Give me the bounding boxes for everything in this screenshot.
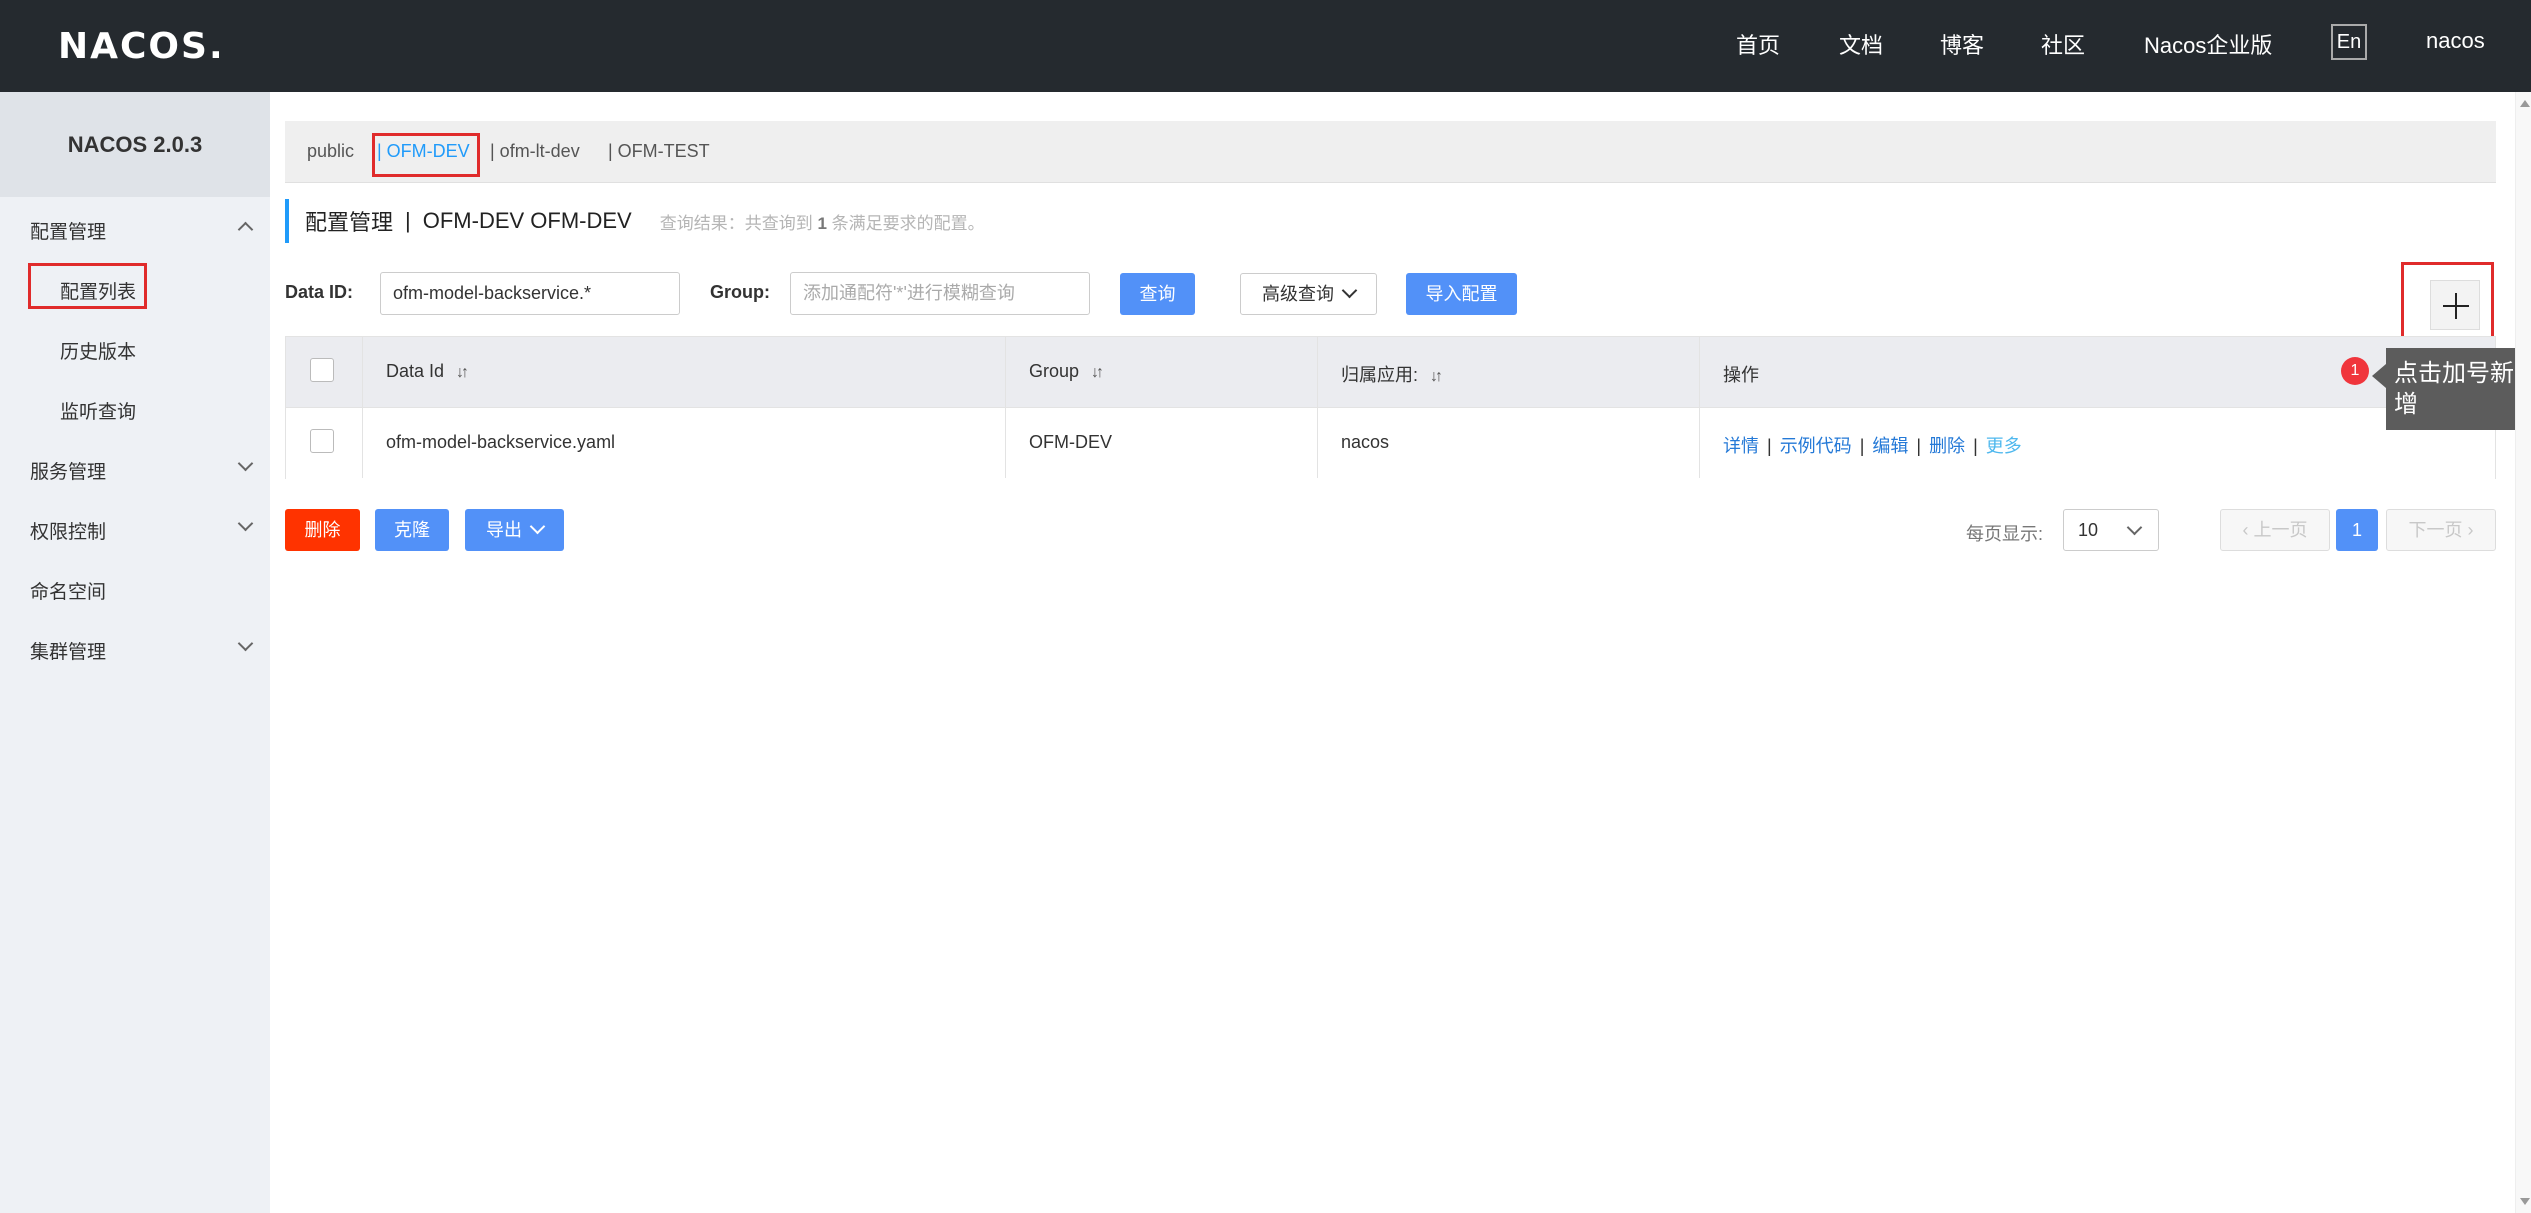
per-page-value: 10 <box>2078 520 2099 540</box>
query-result-count: 1 <box>817 213 827 233</box>
header-app-label: 归属应用: <box>1341 365 1419 385</box>
advanced-query-button[interactable]: 高级查询 <box>1240 273 1377 315</box>
action-delete-link[interactable]: 删除 <box>1929 436 1965 456</box>
column-divider <box>362 337 363 478</box>
page-title-row: 配置管理 | OFM-DEV OFM-DEV 查询结果：共查询到 1 条满足要求… <box>285 199 985 243</box>
chevron-down-icon <box>1341 282 1358 299</box>
header-data-id-label: Data Id <box>386 361 445 381</box>
separator: | <box>1973 436 1978 456</box>
search-button[interactable]: 查询 <box>1120 273 1195 315</box>
row-checkbox[interactable] <box>310 429 334 453</box>
scroll-up-icon[interactable] <box>2520 100 2530 107</box>
tooltip-callout: 点击加号新增 <box>2372 348 2530 430</box>
namespace-ofm-test[interactable]: | OFM-TEST <box>608 141 710 162</box>
column-divider <box>1699 337 1700 478</box>
action-sample-code-link[interactable]: 示例代码 <box>1780 436 1852 456</box>
select-all-checkbox[interactable] <box>310 358 334 382</box>
query-result-prefix: 查询结果：共查询到 <box>659 213 813 233</box>
nav-docs[interactable]: 文档 <box>1839 28 1883 60</box>
header-actions: 操作 <box>1723 365 1759 385</box>
dataid-input[interactable]: ofm-model-backservice.* <box>380 272 680 315</box>
chevron-down-icon[interactable] <box>237 515 254 532</box>
title-separator: | <box>405 208 411 233</box>
namespace-ofm-lt-dev[interactable]: | ofm-lt-dev <box>490 141 580 162</box>
header-group[interactable]: Group ↓↑ <box>1029 361 1104 382</box>
sidebar-item-namespace[interactable]: 命名空间 <box>30 577 106 604</box>
language-switch[interactable]: En <box>2331 24 2367 60</box>
chevron-down-icon[interactable] <box>237 635 254 652</box>
namespace-public[interactable]: public <box>307 141 354 162</box>
column-divider <box>1317 337 1318 478</box>
scroll-down-icon[interactable] <box>2520 1198 2530 1205</box>
query-result-text: 查询结果：共查询到 1 条满足要求的配置。 <box>660 209 985 234</box>
cell-app: nacos <box>1341 432 1390 452</box>
chevron-up-icon[interactable] <box>237 221 254 238</box>
next-page-label: 下一页 <box>2408 520 2463 540</box>
highlight-box-namespace <box>372 133 480 177</box>
sidebar: NACOS 2.0.3 配置管理 配置列表 历史版本 监听查询 服务管理 权限控… <box>0 92 270 1213</box>
sort-icon[interactable]: ↓↑ <box>1091 364 1104 382</box>
import-config-button[interactable]: 导入配置 <box>1406 273 1517 315</box>
query-result-suffix: 条满足要求的配置。 <box>831 213 985 233</box>
chevron-left-icon: ‹ <box>2242 520 2254 540</box>
chevron-down-icon[interactable] <box>237 455 254 472</box>
separator: | <box>1767 436 1772 456</box>
delete-button[interactable]: 删除 <box>285 509 360 551</box>
vertical-scrollbar[interactable] <box>2515 92 2531 1213</box>
export-button[interactable]: 导出 <box>465 509 564 551</box>
add-config-button[interactable] <box>2430 280 2480 330</box>
header-data-id[interactable]: Data Id ↓↑ <box>386 361 469 382</box>
sidebar-item-cluster-management[interactable]: 集群管理 <box>30 637 106 664</box>
top-header: NACOS. 首页 文档 博客 社区 Nacos企业版 En nacos <box>0 0 2531 92</box>
sidebar-item-history[interactable]: 历史版本 <box>60 337 136 364</box>
cell-actions: 详情 | 示例代码 | 编辑 | 删除 | 更多 <box>1723 432 2022 458</box>
per-page-select[interactable]: 10 <box>2063 509 2159 551</box>
sidebar-item-listener-query[interactable]: 监听查询 <box>60 397 136 424</box>
nav-enterprise[interactable]: Nacos企业版 <box>2144 28 2272 60</box>
sidebar-item-service-management[interactable]: 服务管理 <box>30 457 106 484</box>
advanced-query-label: 高级查询 <box>1262 284 1334 304</box>
sidebar-item-config-list[interactable]: 配置列表 <box>60 277 136 304</box>
config-table: Data Id ↓↑ Group ↓↑ 归属应用: ↓↑ 操作 ofm-model-b… <box>285 336 2496 479</box>
action-detail-link[interactable]: 详情 <box>1723 436 1759 456</box>
sort-icon[interactable]: ↓↑ <box>456 364 469 382</box>
next-page-button[interactable]: 下一页 › <box>2386 509 2496 551</box>
sidebar-title: NACOS 2.0.3 <box>0 92 270 197</box>
nacos-logo[interactable]: NACOS. <box>58 16 225 76</box>
column-divider <box>1005 337 1006 478</box>
nav-home[interactable]: 首页 <box>1736 28 1780 60</box>
group-label: Group: <box>710 282 770 302</box>
current-page-button[interactable]: 1 <box>2336 509 2378 551</box>
table-row <box>286 407 2495 479</box>
header-app[interactable]: 归属应用: ↓↑ <box>1341 361 1443 387</box>
cell-group: OFM-DEV <box>1029 432 1112 452</box>
per-page-label: 每页显示: <box>1966 524 2044 544</box>
step-badge: 1 <box>2341 357 2369 385</box>
separator: | <box>1916 436 1922 456</box>
sidebar-item-config-management[interactable]: 配置管理 <box>30 217 106 244</box>
nav-blog[interactable]: 博客 <box>1940 28 1984 60</box>
separator: | <box>1859 436 1865 456</box>
chevron-right-icon: › <box>2462 520 2474 540</box>
export-label: 导出 <box>486 520 522 540</box>
action-more-link[interactable]: 更多 <box>1986 436 2022 456</box>
cell-data-id: ofm-model-backservice.yaml <box>386 432 616 452</box>
logo-text: NACOS. <box>58 25 225 67</box>
dataid-label: Data ID: <box>285 282 354 302</box>
header-group-label: Group <box>1029 361 1080 381</box>
chevron-down-icon <box>2126 519 2143 536</box>
sort-icon[interactable]: ↓↑ <box>1430 368 1443 386</box>
chevron-down-icon <box>529 518 546 535</box>
sidebar-item-access-control[interactable]: 权限控制 <box>30 517 106 544</box>
prev-page-button[interactable]: ‹ 上一页 <box>2220 509 2330 551</box>
clone-button[interactable]: 克隆 <box>375 509 449 551</box>
prev-page-label: 上一页 <box>2253 520 2308 540</box>
title-namespace: OFM-DEV OFM-DEV <box>422 208 632 233</box>
namespace-bar: public | OFM-DEV | ofm-lt-dev | OFM-TEST <box>285 121 2496 183</box>
action-edit-link[interactable]: 编辑 <box>1872 436 1908 456</box>
group-input[interactable]: 添加通配符'*'进行模糊查询 <box>790 272 1090 315</box>
nav-community[interactable]: 社区 <box>2041 28 2085 60</box>
user-menu[interactable]: nacos <box>2426 28 2485 54</box>
page-title: 配置管理 <box>305 210 394 235</box>
